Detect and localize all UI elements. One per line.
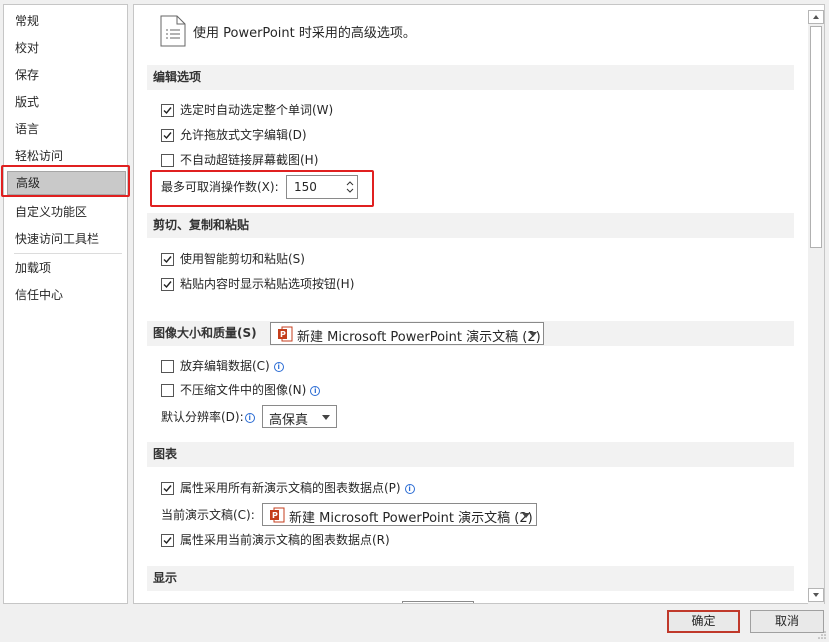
checkbox-checked[interactable]: [161, 482, 174, 495]
current-doc-label: 当前演示文稿(C):: [161, 508, 255, 522]
svg-text:P: P: [272, 511, 278, 520]
section-chart: 图表: [147, 442, 794, 467]
checkbox-checked[interactable]: [161, 104, 174, 117]
undo-count-stepper[interactable]: 150: [286, 175, 358, 199]
checkbox-unchecked[interactable]: [161, 384, 174, 397]
chevron-down-icon: [522, 513, 530, 518]
current-doc-select[interactable]: P 新建 Microsoft PowerPoint 演示文稿 (2): [262, 503, 537, 526]
ok-button[interactable]: 确定: [667, 610, 740, 633]
sidebar-item-customize-ribbon[interactable]: 自定义功能区: [4, 199, 127, 225]
spinner-arrows-icon[interactable]: [345, 178, 355, 196]
content-scrollbar[interactable]: [808, 10, 824, 604]
section-editing: 编辑选项: [147, 65, 794, 90]
info-icon[interactable]: i: [404, 484, 415, 494]
sidebar-item-quick-access-toolbar[interactable]: 快速访问工具栏: [4, 226, 127, 252]
sidebar-item-trust-center[interactable]: 信任中心: [4, 282, 127, 308]
checkbox-unchecked[interactable]: [161, 154, 174, 167]
info-icon[interactable]: i: [273, 362, 284, 372]
sidebar-item-proofing[interactable]: 校对: [4, 35, 127, 61]
sidebar-item-addins[interactable]: 加载项: [4, 255, 127, 281]
options-sidebar: 常规 校对 保存 版式 语言 轻松访问 高级 自定义功能区 快速访问工具栏 加载…: [3, 4, 128, 604]
scroll-down-button[interactable]: [808, 588, 824, 602]
sidebar-item-accessibility[interactable]: 轻松访问: [4, 143, 127, 169]
sidebar-item-advanced[interactable]: 高级: [7, 171, 126, 195]
undo-count-label: 最多可取消操作数(X):: [161, 180, 279, 194]
resize-grip-icon[interactable]: [817, 630, 827, 640]
image-document-select[interactable]: P 新建 Microsoft PowerPoint 演示文稿 (2): [270, 322, 544, 345]
default-resolution-select[interactable]: 高保真: [262, 405, 337, 428]
chevron-down-icon: [813, 593, 819, 597]
default-resolution-label: 默认分辨率(D): i: [161, 407, 255, 427]
chevron-up-icon: [813, 15, 819, 19]
sidebar-item-typography[interactable]: 版式: [4, 89, 127, 115]
powerpoint-file-icon: P: [270, 507, 285, 523]
sidebar-item-language[interactable]: 语言: [4, 116, 127, 142]
cancel-button[interactable]: 取消: [750, 610, 824, 633]
chevron-down-icon: [529, 332, 537, 337]
sidebar-item-general[interactable]: 常规: [4, 8, 127, 34]
checkbox-checked[interactable]: [161, 278, 174, 291]
scroll-thumb[interactable]: [810, 26, 822, 248]
page-title: 使用 PowerPoint 时采用的高级选项。: [193, 26, 416, 41]
info-icon[interactable]: i: [244, 413, 255, 423]
partially-visible-control: [402, 601, 474, 603]
sidebar-divider: [14, 253, 122, 254]
sidebar-item-save[interactable]: 保存: [4, 62, 127, 88]
scroll-up-button[interactable]: [808, 10, 824, 24]
checkbox-checked[interactable]: [161, 534, 174, 547]
checkbox-checked[interactable]: [161, 253, 174, 266]
checkbox-checked[interactable]: [161, 129, 174, 142]
advanced-options-pane: 使用 PowerPoint 时采用的高级选项。 编辑选项 选定时自动选定整个单词…: [133, 4, 825, 604]
chevron-down-icon: [322, 415, 330, 420]
powerpoint-options-dialog: 常规 校对 保存 版式 语言 轻松访问 高级 自定义功能区 快速访问工具栏 加载…: [0, 0, 829, 642]
powerpoint-file-icon: P: [278, 326, 293, 342]
document-options-icon: [160, 15, 186, 47]
checkbox-unchecked[interactable]: [161, 360, 174, 373]
svg-text:P: P: [280, 330, 286, 339]
section-display: 显示: [147, 566, 794, 591]
section-clipboard: 剪切、复制和粘贴: [147, 213, 794, 238]
info-icon[interactable]: i: [310, 386, 321, 396]
